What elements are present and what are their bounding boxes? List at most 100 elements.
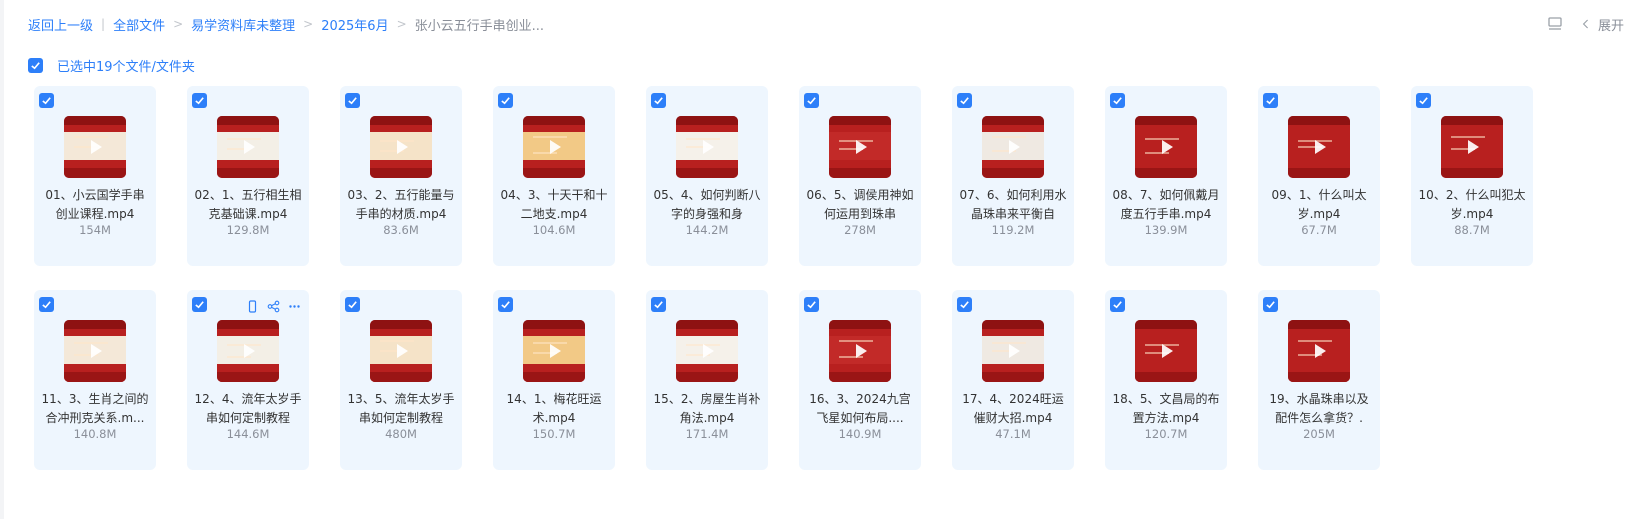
file-name: 13、5、流年太岁手串如何定制教程 xyxy=(347,392,455,425)
file-card[interactable]: 05、4、如何判断八字的身强和身 144.2M xyxy=(646,86,768,266)
thumb-band xyxy=(64,116,126,125)
video-thumbnail[interactable] xyxy=(982,116,1044,178)
thumb-band xyxy=(676,372,738,382)
back-link[interactable]: 返回上一级 xyxy=(28,15,93,34)
file-checkbox[interactable] xyxy=(1263,93,1278,108)
play-icon xyxy=(244,140,255,154)
breadcrumb-separator: | xyxy=(101,17,106,31)
video-thumbnail[interactable] xyxy=(1288,320,1350,382)
check-icon xyxy=(960,97,969,105)
file-checkbox[interactable] xyxy=(39,93,54,108)
thumb-band xyxy=(1288,320,1350,329)
file-checkbox[interactable] xyxy=(804,93,819,108)
video-thumbnail[interactable] xyxy=(523,116,585,178)
check-icon xyxy=(654,301,663,309)
file-card[interactable]: 10、2、什么叫犯太岁.mp4 88.7M xyxy=(1411,86,1533,266)
thumb-line xyxy=(533,136,567,138)
video-thumbnail[interactable] xyxy=(523,320,585,382)
video-thumbnail[interactable] xyxy=(64,320,126,382)
file-checkbox[interactable] xyxy=(498,297,513,312)
file-card[interactable]: 08、7、如何佩戴月度五行手串.mp4 139.9M xyxy=(1105,86,1227,266)
file-checkbox[interactable] xyxy=(1416,93,1431,108)
thumb-band xyxy=(829,168,891,178)
file-card[interactable]: 14、1、梅花旺运术.mp4 150.7M xyxy=(493,290,615,470)
file-name: 05、4、如何判断八字的身强和身 xyxy=(653,188,761,221)
file-name: 04、3、十天干和十二地支.mp4 xyxy=(500,188,608,221)
file-card[interactable]: 01、小云国学手串创业课程.mp4 154M xyxy=(34,86,156,266)
play-icon xyxy=(91,344,102,358)
thumb-band xyxy=(1288,372,1350,382)
video-thumbnail[interactable] xyxy=(217,116,279,178)
file-checkbox[interactable] xyxy=(957,297,972,312)
file-card[interactable]: 15、2、房屋生肖补角法.mp4 171.4M xyxy=(646,290,768,470)
file-size: 150.7M xyxy=(532,427,576,441)
check-icon xyxy=(1266,301,1275,309)
file-card[interactable]: 12、4、流年太岁手串如何定制教程 144.6M xyxy=(187,290,309,470)
thumb-band xyxy=(982,372,1044,382)
thumb-band xyxy=(1135,320,1197,329)
file-card[interactable]: 18、5、文昌局的布置方法.mp4 120.7M xyxy=(1105,290,1227,470)
play-icon xyxy=(856,344,867,358)
file-checkbox[interactable] xyxy=(345,297,360,312)
file-card[interactable]: 17、4、2024旺运催财大招.mp4 47.1M xyxy=(952,290,1074,470)
more-icon[interactable] xyxy=(288,298,301,311)
file-checkbox[interactable] xyxy=(1110,93,1125,108)
thumb-line xyxy=(74,136,108,138)
file-card[interactable]: 09、1、什么叫太岁.mp4 67.7M xyxy=(1258,86,1380,266)
file-card[interactable]: 04、3、十天干和十二地支.mp4 104.6M xyxy=(493,86,615,266)
breadcrumb-item-all-files[interactable]: 全部文件 xyxy=(113,15,165,34)
file-card[interactable]: 02、1、五行相生相克基础课.mp4 129.8M xyxy=(187,86,309,266)
video-thumbnail[interactable] xyxy=(1288,116,1350,178)
file-checkbox[interactable] xyxy=(345,93,360,108)
video-thumbnail[interactable] xyxy=(676,320,738,382)
breadcrumb-item-month[interactable]: 2025年6月 xyxy=(321,15,388,34)
video-thumbnail[interactable] xyxy=(1135,320,1197,382)
file-checkbox[interactable] xyxy=(651,93,666,108)
file-checkbox[interactable] xyxy=(957,93,972,108)
file-card[interactable]: 19、水晶珠串以及配件怎么拿货？. 205M xyxy=(1258,290,1380,470)
video-thumbnail[interactable] xyxy=(982,320,1044,382)
file-checkbox[interactable] xyxy=(1263,297,1278,312)
video-thumbnail[interactable] xyxy=(829,320,891,382)
video-thumbnail[interactable] xyxy=(64,116,126,178)
thumb-band xyxy=(982,116,1044,125)
video-thumbnail[interactable] xyxy=(217,320,279,382)
video-thumbnail[interactable] xyxy=(1135,116,1197,178)
file-checkbox[interactable] xyxy=(192,297,207,312)
file-checkbox[interactable] xyxy=(39,297,54,312)
video-thumbnail[interactable] xyxy=(829,116,891,178)
video-thumbnail[interactable] xyxy=(370,116,432,178)
file-card[interactable]: 16、3、2024九宫飞星如何布局.... 140.9M xyxy=(799,290,921,470)
expand-button[interactable]: 展开 xyxy=(1582,15,1624,34)
video-thumbnail[interactable] xyxy=(676,116,738,178)
breadcrumb-item-library[interactable]: 易学资料库未整理 xyxy=(191,15,295,34)
file-card[interactable]: 11、3、生肖之间的合冲刑克关系.m... 140.8M xyxy=(34,290,156,470)
video-thumbnail[interactable] xyxy=(370,320,432,382)
share-icon[interactable] xyxy=(267,298,280,313)
video-thumbnail[interactable] xyxy=(1441,116,1503,178)
phone-icon[interactable] xyxy=(246,298,259,313)
file-checkbox[interactable] xyxy=(804,297,819,312)
file-card[interactable]: 06、5、调侯用神如何运用到珠串 278M xyxy=(799,86,921,266)
thumb-band xyxy=(829,372,891,382)
thumb-band xyxy=(1441,116,1503,125)
file-size: 278M xyxy=(844,223,876,237)
file-checkbox[interactable] xyxy=(498,93,513,108)
file-name: 18、5、文昌局的布置方法.mp4 xyxy=(1112,392,1220,425)
file-card[interactable]: 13、5、流年太岁手串如何定制教程 480M xyxy=(340,290,462,470)
list-view-icon[interactable] xyxy=(1546,15,1564,33)
file-checkbox[interactable] xyxy=(1110,297,1125,312)
file-checkbox[interactable] xyxy=(192,93,207,108)
play-icon xyxy=(1162,140,1173,154)
select-all-checkbox[interactable] xyxy=(28,58,43,73)
file-card[interactable]: 07、6、如何利用水晶珠串来平衡自 119.2M xyxy=(952,86,1074,266)
file-card[interactable]: 03、2、五行能量与手串的材质.mp4 83.6M xyxy=(340,86,462,266)
file-size: 119.2M xyxy=(991,223,1035,237)
check-icon xyxy=(1113,97,1122,105)
play-icon xyxy=(550,344,561,358)
breadcrumb-current: 张小云五行手串创业... xyxy=(414,18,545,34)
file-size: 171.4M xyxy=(685,427,729,441)
play-icon xyxy=(397,140,408,154)
selection-bar: 已选中19个文件/文件夹 xyxy=(28,56,195,75)
file-checkbox[interactable] xyxy=(651,297,666,312)
